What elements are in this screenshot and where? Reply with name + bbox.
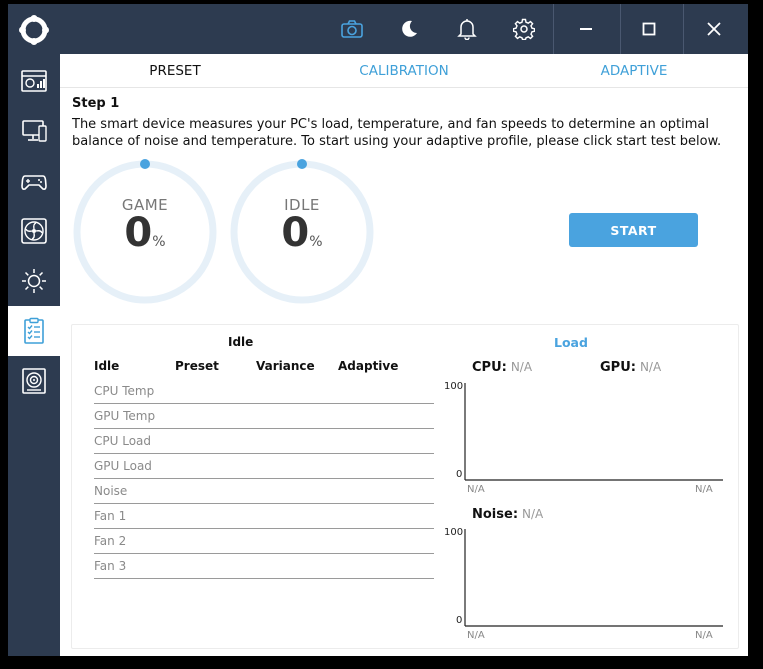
monitor-icon	[22, 120, 47, 142]
app-logo	[8, 4, 60, 56]
column-header-adaptive: Adaptive	[338, 359, 399, 373]
row-label: Fan 2	[94, 534, 127, 548]
table-row: CPU Load	[94, 429, 434, 454]
column-header-variance: Variance	[256, 359, 315, 373]
gamepad-icon	[21, 175, 47, 190]
sidebar-item-profiles[interactable]	[8, 306, 60, 356]
titlebar-divider	[683, 4, 684, 54]
idle-gauge-number: 0	[281, 210, 310, 256]
game-gauge-number: 0	[124, 210, 153, 256]
row-label: GPU Temp	[94, 409, 156, 423]
idle-gauge-unit: %	[309, 234, 323, 250]
idle-gauge-value: 0%	[228, 210, 376, 256]
noise-label: Noise:	[472, 507, 519, 522]
night-mode-button[interactable]	[383, 4, 435, 54]
step-title: Step 1	[72, 96, 120, 111]
bottom-chart-y-min: 0	[456, 615, 463, 626]
row-label: Fan 1	[94, 509, 127, 523]
idle-gauge: IDLE 0%	[228, 158, 376, 306]
column-header-idle: Idle	[94, 359, 120, 373]
column-header-preset: Preset	[175, 359, 219, 373]
sidebar-item-device[interactable]	[8, 356, 60, 406]
step-description: The smart device measures your PC's load…	[72, 117, 722, 149]
table-row: CPU Temp	[94, 379, 434, 404]
row-label: CPU Load	[94, 434, 151, 448]
maximize-button[interactable]	[623, 4, 675, 54]
sidebar-item-dashboard[interactable]	[8, 56, 60, 106]
row-label: GPU Load	[94, 459, 152, 473]
minimize-icon	[580, 28, 592, 30]
start-button[interactable]: START	[569, 213, 698, 247]
top-chart-axes	[464, 383, 723, 481]
titlebar	[60, 4, 748, 54]
camera-button[interactable]	[326, 4, 378, 54]
settings-button[interactable]	[498, 4, 550, 54]
lighting-icon	[22, 269, 46, 293]
noise-value: N/A	[522, 507, 544, 521]
sidebar-item-gaming[interactable]	[8, 156, 60, 206]
device-icon	[22, 368, 46, 394]
sidebar-item-system[interactable]	[8, 106, 60, 156]
tab-calibration[interactable]: CALIBRATION	[304, 54, 504, 88]
cpu-metric: CPU: N/A	[472, 360, 532, 375]
idle-gauge-marker	[297, 159, 307, 169]
gpu-label: GPU:	[600, 360, 636, 375]
tab-bar: PRESET CALIBRATION ADAPTIVE	[60, 54, 748, 88]
gear-icon	[513, 18, 535, 40]
top-chart-x-end: N/A	[695, 484, 713, 495]
app-window: PRESET CALIBRATION ADAPTIVE Step 1 The s…	[8, 4, 748, 656]
row-label: Noise	[94, 484, 128, 498]
table-row: GPU Temp	[94, 404, 434, 429]
tab-preset[interactable]: PRESET	[75, 54, 275, 88]
game-gauge-unit: %	[152, 234, 166, 250]
noise-metric: Noise: N/A	[472, 507, 543, 522]
titlebar-divider	[553, 4, 554, 54]
row-label: Fan 3	[94, 559, 127, 573]
game-gauge-value: 0%	[71, 210, 219, 256]
table-row: Noise	[94, 479, 434, 504]
top-chart-y-min: 0	[456, 469, 463, 480]
top-chart-x-start: N/A	[467, 484, 485, 495]
moon-icon	[402, 20, 417, 37]
sidebar-item-cooling[interactable]	[8, 206, 60, 256]
notifications-button[interactable]	[441, 4, 493, 54]
cpu-value: N/A	[510, 360, 533, 374]
main-content: PRESET CALIBRATION ADAPTIVE Step 1 The s…	[60, 54, 748, 656]
gpu-metric: GPU: N/A	[600, 360, 661, 375]
checklist-icon	[24, 317, 44, 344]
idle-section-title: Idle	[228, 335, 254, 349]
tab-adaptive[interactable]: ADAPTIVE	[534, 54, 734, 88]
bottom-chart-axes	[464, 529, 723, 627]
table-row: Fan 3	[94, 554, 434, 579]
bell-icon	[457, 19, 477, 40]
top-chart-y-max: 100	[444, 381, 464, 392]
load-section-title[interactable]: Load	[554, 335, 588, 350]
game-gauge-marker	[140, 159, 150, 169]
row-label: CPU Temp	[94, 384, 155, 398]
bottom-chart-x-end: N/A	[695, 630, 713, 641]
titlebar-divider	[620, 4, 621, 54]
close-icon	[707, 22, 721, 36]
gpu-value: N/A	[639, 360, 662, 374]
camera-icon	[341, 20, 363, 38]
bottom-chart-x-start: N/A	[467, 630, 485, 641]
maximize-icon	[642, 22, 656, 36]
table-row: Fan 2	[94, 529, 434, 554]
logo-icon	[19, 15, 49, 45]
close-button[interactable]	[688, 4, 740, 54]
game-gauge: GAME 0%	[71, 158, 219, 306]
table-row: GPU Load	[94, 454, 434, 479]
fan-icon	[21, 218, 47, 244]
cpu-label: CPU:	[472, 360, 507, 375]
dashboard-icon	[21, 70, 47, 92]
bottom-chart-y-max: 100	[444, 527, 464, 538]
minimize-button[interactable]	[560, 4, 612, 54]
results-panel: Idle Load Idle Preset Variance Adaptive …	[71, 324, 739, 649]
sidebar	[8, 4, 60, 656]
sidebar-item-lighting[interactable]	[8, 256, 60, 306]
table-row: Fan 1	[94, 504, 434, 529]
